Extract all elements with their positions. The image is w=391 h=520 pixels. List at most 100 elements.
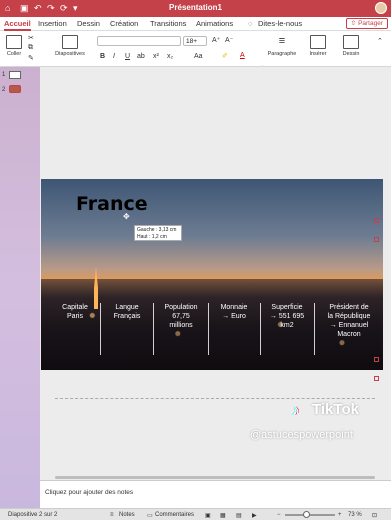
resize-handle[interactable] xyxy=(374,237,379,242)
zoom-in-button[interactable]: + xyxy=(338,512,342,518)
slide-layout-icon xyxy=(62,35,78,49)
paragraph-label: Paragraphe xyxy=(267,51,297,57)
tooltip-top: Haut : 1,2 cm xyxy=(137,233,167,240)
tab-dessin[interactable]: Dessin xyxy=(77,19,100,28)
notes-icon[interactable]: ≡ xyxy=(110,512,114,518)
grow-font-icon[interactable]: A⁺ xyxy=(212,36,220,44)
drawing-icon xyxy=(343,35,359,49)
tab-transitions[interactable]: Transitions xyxy=(150,19,186,28)
horizontal-scrollbar[interactable] xyxy=(55,476,375,479)
thumbnail-number-2: 2 xyxy=(2,87,6,93)
divider xyxy=(208,303,209,355)
fact-currency[interactable]: Monnaie → Euro xyxy=(210,303,258,359)
paragraph-icon: ≡ xyxy=(274,35,290,49)
comments-icon[interactable]: ▭ xyxy=(147,512,153,519)
creator-handle-watermark: @astucespowerpoint xyxy=(250,429,353,441)
fact-value: → Euro xyxy=(222,313,246,320)
fact-label: Langue xyxy=(115,304,139,311)
font-size-select[interactable]: 18+ xyxy=(183,36,207,46)
slide-title[interactable]: France xyxy=(76,193,148,215)
fact-capital[interactable]: Capitale Paris xyxy=(51,303,99,359)
divider xyxy=(100,303,101,355)
fact-value-cont: Macron xyxy=(337,331,361,338)
fit-slide-icon[interactable]: ⊡ xyxy=(372,512,377,519)
change-case-button[interactable]: Aa xyxy=(194,53,203,60)
slide-thumbnail-1[interactable] xyxy=(9,71,21,79)
notes-pane[interactable]: Cliquez pour ajouter des notes xyxy=(40,480,391,508)
drawing-button[interactable]: Dessin xyxy=(340,35,362,57)
paste-button[interactable]: Coller xyxy=(4,35,24,57)
fact-president[interactable]: Président de la République → Ennanuel Ma… xyxy=(316,303,382,359)
ribbon-tabs: Accueil Insertion Dessin Création Transi… xyxy=(0,17,391,31)
tell-me-search[interactable]: Dites-le-nous xyxy=(258,19,302,28)
move-cursor-icon: ✥ xyxy=(123,212,130,221)
slide-2[interactable]: France ✥ Gauche : 3,13 cm Haut : 1,2 cm … xyxy=(41,179,383,370)
lightbulb-icon: ◌ xyxy=(248,19,253,28)
paragraph-button[interactable]: ≡ Paragraphe xyxy=(266,35,298,57)
ribbon: Coller ✂ ⧉ ✎ Diapositives 18+ A⁺ A⁻ B I … xyxy=(0,31,391,95)
drawing-label: Dessin xyxy=(342,51,360,57)
bold-button[interactable]: B xyxy=(100,53,105,60)
zoom-slider-knob[interactable] xyxy=(303,511,310,518)
tab-insertion[interactable]: Insertion xyxy=(38,19,67,28)
subscript-button[interactable]: x₂ xyxy=(167,53,173,60)
comments-toggle[interactable]: Commentaires xyxy=(155,512,194,518)
insert-label: Insérer xyxy=(309,51,327,57)
fact-label-cont: la République xyxy=(327,313,371,320)
facts-row: Capitale Paris Langue Français Populatio… xyxy=(41,303,383,359)
title-bar: ⌂ ▣ ↶ ↷ ⟳ ▾ Présentation1 xyxy=(0,0,391,17)
zoom-out-button[interactable]: − xyxy=(277,512,281,518)
divider xyxy=(260,303,261,355)
fact-label: Superficie xyxy=(271,304,303,311)
slide-counter: Diapositive 2 sur 2 xyxy=(8,512,58,518)
fact-language[interactable]: Langue Français xyxy=(103,303,151,359)
superscript-button[interactable]: x² xyxy=(153,53,159,60)
highlight-icon[interactable]: ✐ xyxy=(222,52,228,60)
fact-population[interactable]: Population 67,75 millions xyxy=(155,303,207,359)
tiktok-watermark: TikTok xyxy=(312,401,359,418)
fact-unit: millions xyxy=(169,322,193,329)
font-name-select[interactable] xyxy=(97,36,181,46)
slideshow-icon[interactable]: ▶ xyxy=(252,512,257,519)
underline-button[interactable]: U xyxy=(125,53,130,60)
italic-button[interactable]: I xyxy=(113,53,115,60)
ribbon-collapse-icon[interactable]: ⌃ xyxy=(377,37,383,45)
fact-unit: km2 xyxy=(280,322,294,329)
position-tooltip: Gauche : 3,13 cm Haut : 1,2 cm xyxy=(134,225,182,241)
slide-sorter-icon[interactable]: ▦ xyxy=(220,512,226,519)
strikethrough-button[interactable]: ab xyxy=(137,53,145,60)
fact-value: 67,75 xyxy=(172,313,190,320)
insert-button[interactable]: Insérer xyxy=(306,35,330,57)
notes-placeholder: Cliquez pour ajouter des notes xyxy=(45,489,134,496)
normal-view-icon[interactable]: ▣ xyxy=(205,512,211,519)
paste-label: Coller xyxy=(6,51,22,57)
share-button[interactable]: ⇧ Partager xyxy=(345,18,388,29)
zoom-slider[interactable] xyxy=(285,514,335,516)
insert-shape-icon xyxy=(310,35,326,49)
tab-creation[interactable]: Création xyxy=(110,19,138,28)
slide-thumbnail-2[interactable] xyxy=(9,85,21,93)
notes-toggle[interactable]: Notes xyxy=(119,512,135,518)
shrink-font-icon[interactable]: A⁻ xyxy=(225,36,233,44)
alignment-guide xyxy=(55,398,375,399)
fact-value: → Ennanuel xyxy=(329,322,369,329)
tiktok-logo-icon: ♪ xyxy=(292,402,300,419)
resize-handle[interactable] xyxy=(374,218,379,223)
share-icon: ⇧ xyxy=(350,20,357,27)
fact-label: Population xyxy=(164,304,198,311)
copy-icon[interactable]: ⧉ xyxy=(28,44,33,52)
reading-view-icon[interactable]: ▤ xyxy=(236,512,242,519)
avatar[interactable] xyxy=(375,2,387,14)
zoom-level[interactable]: 73 % xyxy=(348,512,362,518)
fact-value: Français xyxy=(113,313,141,320)
font-color-icon[interactable]: A xyxy=(240,52,245,59)
slides-label: Diapositives xyxy=(55,51,85,57)
resize-handle[interactable] xyxy=(374,376,379,381)
resize-handle[interactable] xyxy=(374,357,379,362)
cut-icon[interactable]: ✂ xyxy=(28,34,34,42)
tab-animations[interactable]: Animations xyxy=(196,19,233,28)
format-painter-icon[interactable]: ✎ xyxy=(28,54,34,62)
fact-area[interactable]: Superficie → 551 695 km2 xyxy=(262,303,312,359)
slides-button[interactable]: Diapositives xyxy=(52,35,88,57)
tab-accueil[interactable]: Accueil xyxy=(4,19,31,31)
